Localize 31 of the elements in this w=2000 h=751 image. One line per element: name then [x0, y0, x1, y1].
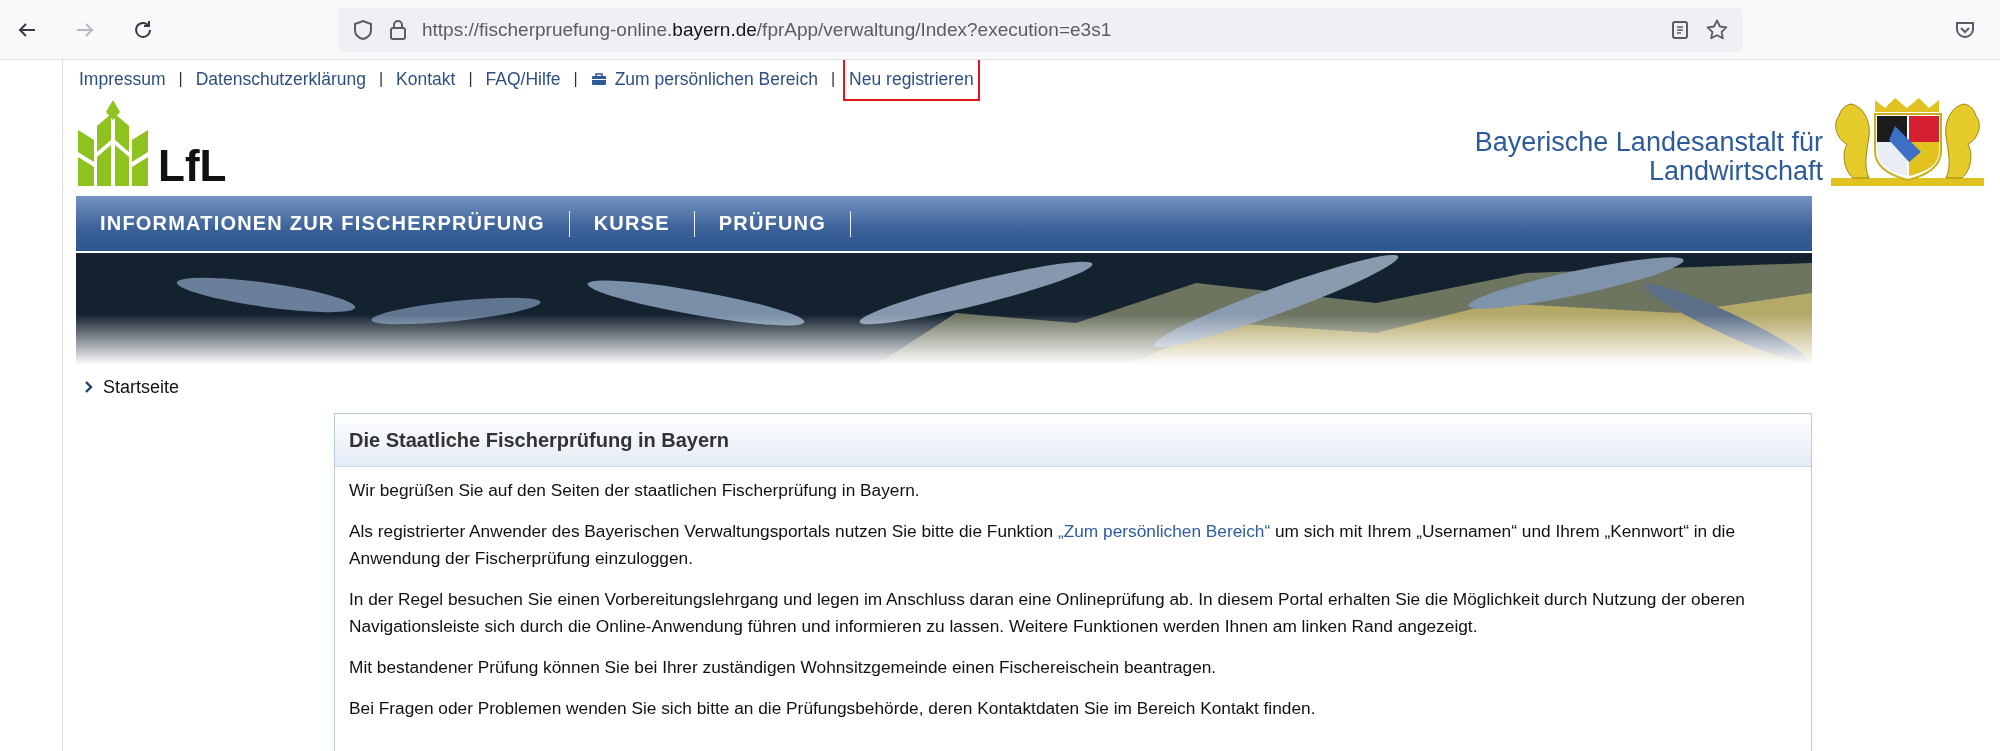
link-separator: |: [378, 70, 384, 88]
logo-text: LfL: [158, 146, 227, 186]
header-link[interactable]: Datenschutzerklärung: [192, 63, 369, 95]
link-separator: |: [178, 70, 183, 88]
reader-view-icon[interactable]: [1669, 18, 1691, 41]
link-separator: |: [468, 70, 473, 88]
link-separator: |: [573, 70, 578, 88]
leaf-logo-icon: [76, 100, 150, 186]
header-link[interactable]: Neu registrieren: [845, 60, 978, 99]
paragraph: Als registrierter Anwender des Bayerischen Verwaltungsportals nutzen Sie bitte die Funktion „Zum persönlichen Bereich“ um sich mit Ihrem „Usernamen“ und Ihrem „Kennwort“ in die Anwendung der Fischerprüfung einzuloggen.: [349, 520, 1737, 570]
paragraph: Wir begrüßen Sie auf den Seiten der staatlichen Fischerprüfung in Bayern.: [349, 479, 921, 502]
header-link[interactable]: FAQ/Hilfe: [482, 63, 564, 95]
nav-tab[interactable]: PRÜFUNG: [694, 212, 850, 235]
paragraph: Bei Fragen oder Problemen wenden Sie sich bitte an die Prüfungsbehörde, deren Kontaktdaten Sie im Bereich Kontakt finden.: [349, 697, 1317, 720]
paragraph: In der Regel besuchen Sie einen Vorbereitungslehrgang und legen im Anschluss daran eine Onlineprüfung ab. In diesem Portal erhalten Sie die Möglichkeit durch Nutzung der oberen Navigationsleiste sich durch die Online-Anwendung führen und informieren zu lassen. Weitere Funktionen werden Ihnen am linken Rand angezeigt.: [349, 588, 1746, 638]
link-separator: |: [830, 70, 836, 88]
shield-icon[interactable]: [352, 18, 374, 41]
nav-tab[interactable]: INFORMATIONEN ZUR FISCHERPRÜFUNG: [76, 212, 569, 235]
institution-name: Bayerische Landesanstalt für Landwirtschaft: [1474, 128, 1823, 188]
nav-tab[interactable]: KURSE: [569, 212, 694, 235]
text-link[interactable]: „Zum persönlichen Bereich“: [1057, 521, 1271, 541]
briefcase-icon: [590, 72, 607, 86]
header-link[interactable]: Kontakt: [393, 63, 459, 95]
header-link[interactable]: Zum persönlichen Bereich: [587, 63, 821, 95]
paragraph: Mit bestandener Prüfung können Sie bei Ihrer zuständigen Wohnsitzgemeinde einen Fischereischein beantragen.: [349, 656, 1218, 679]
coat-of-arms-icon: [1829, 96, 1986, 188]
header-link[interactable]: Impressum: [76, 63, 169, 95]
breadcrumb-link[interactable]: Startseite: [103, 376, 180, 398]
star-icon[interactable]: [1705, 17, 1729, 42]
lock-icon[interactable]: [388, 18, 408, 41]
chevron-icon: [84, 381, 93, 393]
